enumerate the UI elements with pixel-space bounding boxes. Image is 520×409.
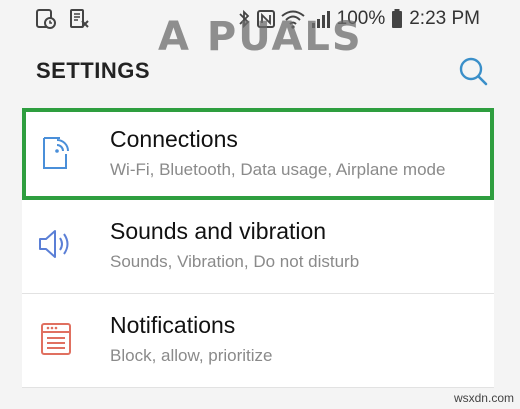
settings-list: Connections Wi-Fi, Bluetooth, Data usage… <box>22 108 494 388</box>
settings-item-notifications[interactable]: Notifications Block, allow, prioritize <box>22 294 494 388</box>
sounds-title: Sounds and vibration <box>110 218 327 244</box>
battery-icon <box>391 9 403 29</box>
search-icon <box>459 57 488 86</box>
notifications-subtitle: Block, allow, prioritize <box>110 346 273 365</box>
page-title: SETTINGS <box>36 58 151 83</box>
settings-item-connections[interactable]: Connections Wi-Fi, Bluetooth, Data usage… <box>22 108 494 200</box>
sounds-subtitle: Sounds, Vibration, Do not disturb <box>110 252 360 271</box>
settings-item-sounds[interactable]: Sounds and vibration Sounds, Vibration, … <box>22 200 494 294</box>
connections-icon <box>36 132 76 172</box>
sim-blocked-icon <box>70 9 90 29</box>
notifications-icon <box>36 318 76 358</box>
connections-subtitle: Wi-Fi, Bluetooth, Data usage, Airplane m… <box>110 160 446 179</box>
status-time: 2:23 PM <box>409 8 480 29</box>
settings-header: SETTINGS <box>0 44 520 102</box>
source-credit: wsxdn.com <box>453 391 514 405</box>
notifications-title: Notifications <box>110 312 236 338</box>
connections-title: Connections <box>110 126 238 152</box>
search-button[interactable] <box>456 54 492 90</box>
speaker-icon <box>36 224 76 264</box>
clock-app-icon <box>36 9 56 29</box>
status-left-icons <box>36 9 90 29</box>
